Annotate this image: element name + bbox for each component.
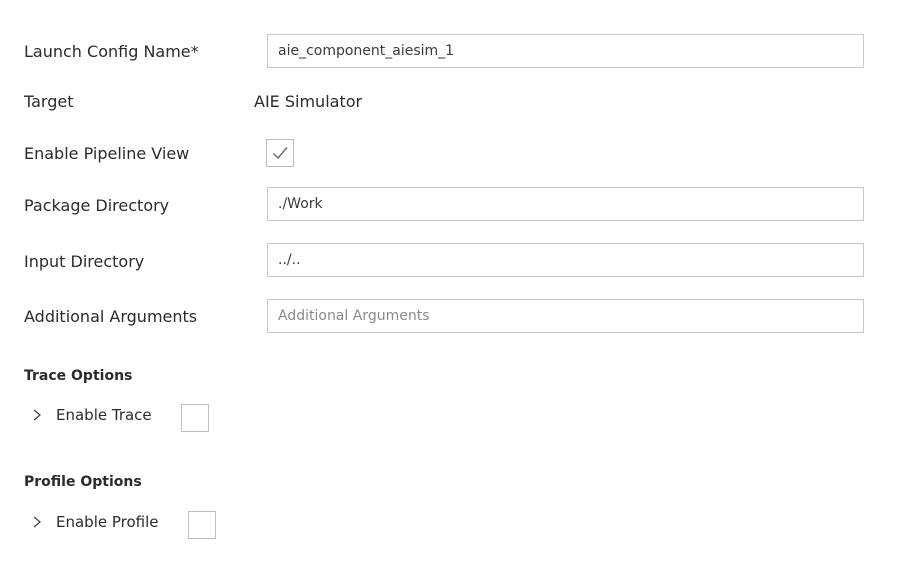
input-directory-label: Input Directory (24, 252, 145, 271)
target-value: AIE Simulator (254, 92, 363, 111)
package-directory-input[interactable] (267, 187, 864, 221)
enable-trace-checkbox[interactable] (181, 404, 209, 432)
profile-options-title: Profile Options (24, 474, 142, 490)
chevron-right-icon[interactable] (30, 515, 44, 529)
chevron-right-icon[interactable] (30, 408, 44, 422)
additional-arguments-label: Additional Arguments (24, 307, 198, 326)
enable-pipeline-view-label: Enable Pipeline View (24, 144, 190, 163)
package-directory-label: Package Directory (24, 196, 170, 215)
enable-pipeline-view-checkbox[interactable] (266, 139, 294, 167)
check-icon (273, 147, 288, 160)
target-label: Target (24, 92, 74, 111)
enable-profile-checkbox[interactable] (188, 511, 216, 539)
additional-arguments-input[interactable] (267, 299, 864, 333)
enable-trace-label: Enable Trace (56, 406, 152, 424)
enable-trace-expander[interactable]: Enable Trace (30, 406, 152, 424)
trace-options-title: Trace Options (24, 368, 133, 384)
input-directory-input[interactable] (267, 243, 864, 277)
enable-profile-expander[interactable]: Enable Profile (30, 513, 159, 531)
launch-config-name-label: Launch Config Name* (24, 42, 199, 61)
enable-profile-label: Enable Profile (56, 513, 159, 531)
launch-config-name-input[interactable] (267, 34, 864, 68)
